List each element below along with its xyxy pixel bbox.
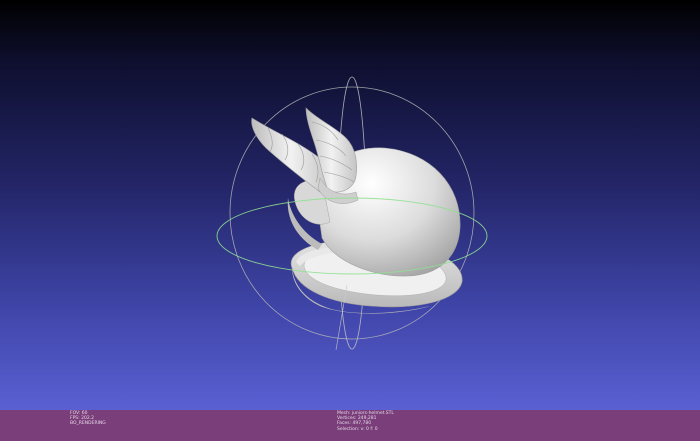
status-bar: FOV: 60 FPS: 202.2 BO_RENDERING Mesh: ju… [0, 410, 700, 441]
render-info: FOV: 60 FPS: 202.2 BO_RENDERING [70, 411, 106, 427]
render-mode-text: BO_RENDERING [70, 421, 106, 427]
mesh-info: Mesh: juniors-helmet.STL Vertices: 249,2… [337, 411, 394, 432]
selection-text: Selection: v: 0 f: 0 [337, 426, 378, 432]
3d-viewport[interactable] [0, 0, 700, 410]
scene-canvas [216, 76, 488, 351]
